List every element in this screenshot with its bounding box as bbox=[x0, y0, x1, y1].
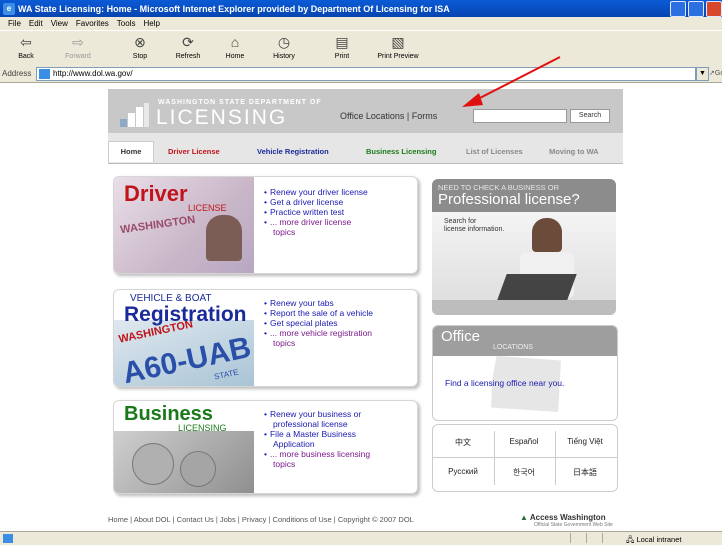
security-zone: 🖧 Local intranet bbox=[626, 535, 682, 544]
status-bar: 🖧 Local intranet bbox=[0, 531, 722, 545]
zone-label: Local intranet bbox=[636, 535, 682, 544]
page-status-icon bbox=[3, 534, 13, 543]
annotation-arrow-icon bbox=[462, 56, 561, 107]
status-cell bbox=[602, 533, 617, 543]
status-cell bbox=[570, 533, 585, 543]
status-cell bbox=[586, 533, 601, 543]
